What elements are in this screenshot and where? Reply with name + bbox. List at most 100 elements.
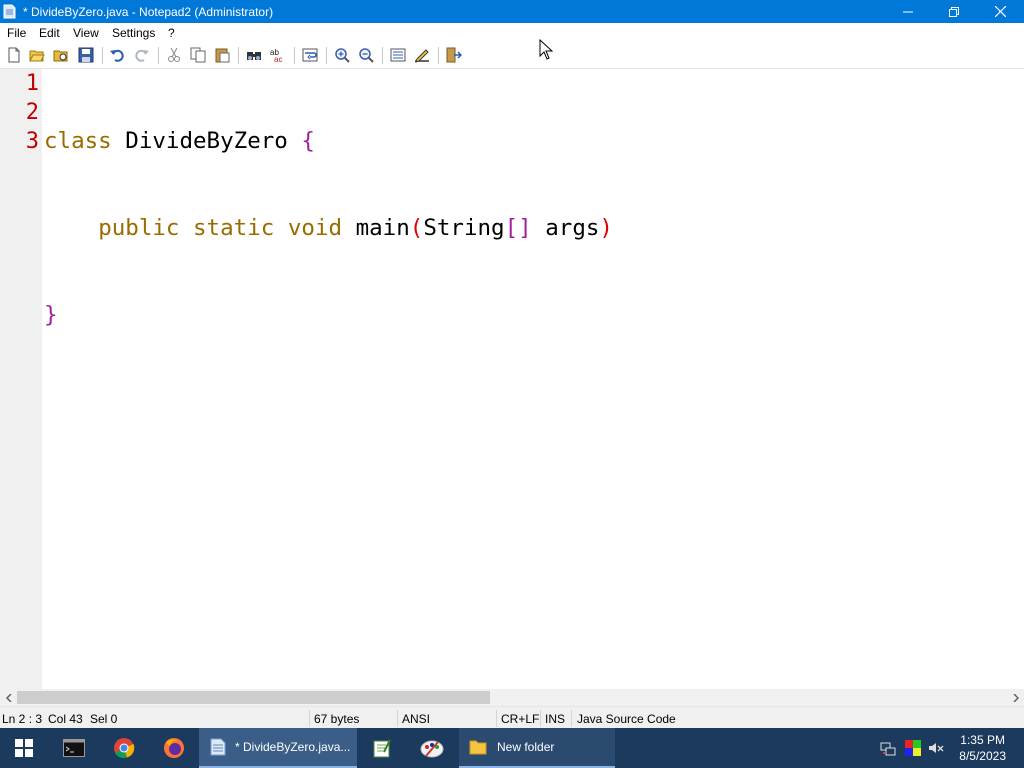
customize-icon[interactable]	[414, 47, 430, 63]
network-icon[interactable]	[880, 740, 896, 756]
minimize-button[interactable]	[885, 0, 931, 23]
title-bar[interactable]: * DivideByZero.java - Notepad2 (Administ…	[0, 0, 1024, 23]
restore-button[interactable]	[931, 0, 977, 23]
save-icon[interactable]	[78, 47, 94, 63]
start-button[interactable]	[0, 728, 48, 768]
keyword-public: public	[98, 215, 180, 241]
notepad2-app-icon	[3, 4, 16, 19]
toolbar: ab ac	[0, 43, 1024, 69]
clock-date: 8/5/2023	[959, 749, 1006, 763]
array-brackets: []	[504, 215, 532, 241]
toolbar-separator	[438, 47, 439, 64]
status-size: 67 bytes	[314, 712, 360, 726]
line-number: 2	[25, 100, 39, 125]
status-column: Col 43	[48, 712, 83, 726]
toolbar-separator	[158, 47, 159, 64]
firefox-icon	[164, 738, 184, 758]
taskbar-notepad-plus[interactable]	[358, 728, 406, 768]
status-selection: Sel 0	[90, 712, 118, 726]
horizontal-scrollbar[interactable]	[0, 689, 1024, 706]
taskbar: * DivideByZero.java... New folder 1:35 P…	[0, 728, 1024, 768]
menu-bar: File Edit View Settings ?	[0, 23, 1024, 43]
taskbar-notepad2[interactable]: * DivideByZero.java...	[199, 728, 357, 768]
scheme-icon[interactable]	[390, 47, 406, 63]
status-bar: Ln 2 : 3 Col 43 Sel 0 67 bytes ANSI CR+L…	[0, 706, 1024, 729]
code-line-3: }	[44, 301, 613, 330]
taskbar-notepad2-label: * DivideByZero.java...	[235, 740, 351, 754]
keyword-class: class	[44, 128, 112, 154]
status-line: Ln 2 : 3	[2, 712, 43, 726]
redo-icon[interactable]	[134, 47, 150, 63]
taskbar-cmd[interactable]	[50, 728, 98, 768]
browse-icon[interactable]	[53, 47, 69, 63]
find-icon[interactable]	[246, 47, 262, 63]
volume-muted-icon[interactable]	[928, 740, 944, 756]
taskbar-firefox[interactable]	[150, 728, 198, 768]
code-line-2: public static void main(String[] args)	[44, 214, 613, 243]
paint-icon	[420, 740, 444, 758]
notepad2-icon	[210, 738, 226, 756]
open-paren: (	[409, 215, 424, 241]
keyword-static: static	[193, 215, 275, 241]
minimize-icon	[903, 11, 913, 12]
menu-file[interactable]: File	[7, 26, 26, 40]
paste-icon[interactable]	[214, 47, 230, 63]
taskbar-paint[interactable]	[408, 728, 456, 768]
zoom-out-icon[interactable]	[358, 47, 374, 63]
new-file-icon[interactable]	[6, 47, 22, 63]
cmd-icon	[63, 739, 85, 757]
keyword-void: void	[287, 215, 343, 241]
menu-edit[interactable]: Edit	[39, 26, 60, 40]
clock[interactable]: 1:35 PM 8/5/2023	[959, 732, 1006, 764]
argument-name: args	[531, 215, 600, 241]
code-text[interactable]: class DivideByZero { public static void …	[44, 69, 613, 388]
close-button[interactable]	[977, 0, 1023, 23]
status-separator	[496, 710, 497, 727]
toolbar-separator	[294, 47, 295, 64]
status-line-endings[interactable]: CR+LF	[501, 712, 539, 726]
status-separator	[397, 710, 398, 727]
chevron-left-icon	[5, 693, 12, 702]
status-encoding[interactable]: ANSI	[402, 712, 430, 726]
editor-area[interactable]: 1 2 3 class DivideByZero { public static…	[0, 39, 1024, 689]
color-app-icon[interactable]	[905, 740, 921, 756]
copy-icon[interactable]	[190, 47, 206, 63]
mouse-cursor-icon	[539, 39, 553, 60]
open-icon[interactable]	[29, 47, 45, 63]
toolbar-separator	[382, 47, 383, 64]
svg-text:ac: ac	[274, 55, 282, 63]
class-name: DivideByZero	[111, 128, 302, 154]
undo-icon[interactable]	[109, 47, 125, 63]
cut-icon[interactable]	[166, 47, 182, 63]
toolbar-separator	[102, 47, 103, 64]
close-icon	[994, 6, 1006, 17]
menu-view[interactable]: View	[73, 26, 99, 40]
status-language[interactable]: Java Source Code	[577, 712, 676, 726]
windows-start-icon	[15, 739, 33, 757]
code-line-1: class DivideByZero {	[44, 127, 613, 156]
status-separator	[309, 710, 310, 727]
menu-settings[interactable]: Settings	[112, 26, 155, 40]
menu-help[interactable]: ?	[168, 26, 175, 40]
status-separator	[571, 710, 572, 727]
scroll-right-button[interactable]	[1007, 689, 1024, 706]
status-separator	[540, 710, 541, 727]
line-number-gutter: 1 2 3	[0, 69, 42, 689]
method-name: main	[355, 215, 410, 241]
toolbar-separator	[238, 47, 239, 64]
line-number: 3	[25, 129, 39, 154]
status-insert-mode[interactable]: INS	[545, 712, 565, 726]
taskbar-chrome[interactable]	[100, 728, 148, 768]
word-wrap-icon[interactable]	[302, 47, 318, 63]
scroll-left-button[interactable]	[0, 689, 17, 706]
zoom-in-icon[interactable]	[334, 47, 350, 63]
chrome-icon	[114, 738, 135, 759]
window-title: * DivideByZero.java - Notepad2 (Administ…	[23, 5, 274, 19]
restore-icon	[949, 6, 959, 17]
exit-icon[interactable]	[446, 47, 462, 63]
replace-icon[interactable]: ab ac	[270, 47, 286, 63]
scrollbar-thumb[interactable]	[17, 691, 490, 704]
open-brace: {	[301, 128, 315, 154]
taskbar-file-explorer[interactable]: New folder	[459, 728, 615, 768]
type-name: String	[423, 215, 505, 241]
